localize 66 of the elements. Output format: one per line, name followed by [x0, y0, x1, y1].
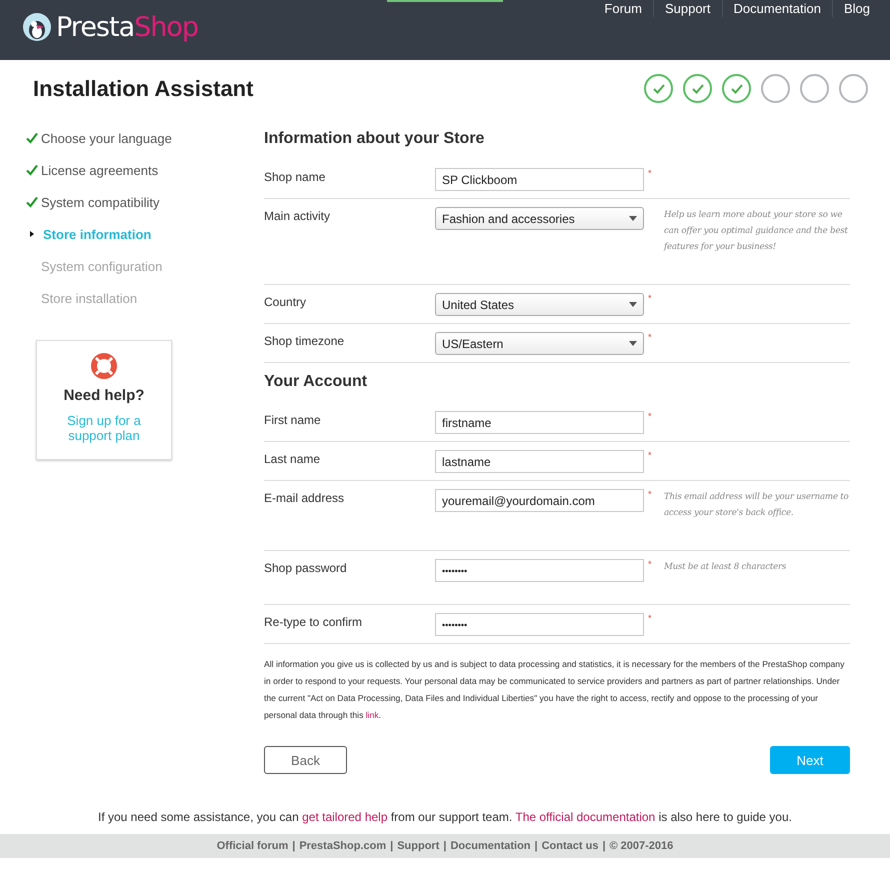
- field-hint: This email address will be your username to access your store's back office.: [664, 491, 850, 520]
- caret-icon: [629, 216, 637, 221]
- footer-link[interactable]: Support: [397, 840, 440, 852]
- help-title: Need help?: [64, 387, 144, 404]
- separator: |: [443, 840, 446, 852]
- footer-link[interactable]: PrestaShop.com: [299, 840, 386, 852]
- help-link[interactable]: The official documentation: [515, 810, 656, 824]
- footer-link[interactable]: Official forum: [216, 840, 288, 852]
- privacy-notice: All information you give us is collected by us and is subject to data processing and statistics, it is necessary for the members of the PrestaShop company in order to respond to your requests. Your personal data may be communicated to service providers and partners as part of partner relationships. Under the current "Act on Data Processing, Data Files and Individual Liberties" you have the right to access, rectify and oppose to the processing of your personal data through this link.: [264, 658, 846, 722]
- field-label: Re-type to confirm: [264, 614, 364, 629]
- separator: |: [292, 840, 296, 852]
- check-icon: [730, 82, 744, 94]
- lifebuoy-icon: [91, 353, 117, 379]
- puffin-logo-icon: [22, 12, 52, 42]
- section-title: Information about your Store: [264, 130, 486, 148]
- step-label[interactable]: System compatibility: [41, 194, 160, 210]
- field-label: Main activity: [264, 208, 332, 223]
- footer-link[interactable]: © 2007-2016: [610, 840, 674, 852]
- page-title: Installation Assistant: [33, 76, 254, 102]
- separator: |: [390, 840, 394, 852]
- field-label: Shop name: [264, 169, 326, 184]
- field-label: Country: [264, 294, 308, 309]
- dropdown[interactable]: US/Eastern: [435, 332, 644, 355]
- check-icon: [690, 82, 704, 94]
- required-mark: *: [648, 168, 652, 178]
- required-mark: *: [648, 411, 652, 421]
- input-field[interactable]: youremail@yourdomain.com: [435, 489, 644, 512]
- nav-link[interactable]: Support: [652, 0, 722, 17]
- separator: |: [534, 840, 538, 852]
- password-field[interactable]: ••••••••: [435, 559, 644, 582]
- password-field[interactable]: ••••••••: [435, 613, 644, 636]
- help-link[interactable]: get tailored help: [302, 810, 388, 824]
- assistance-text: If you need some assistance, you can get tailored help from our support team. The official documentation is also here to guide you.: [96, 810, 793, 824]
- required-mark: *: [648, 293, 652, 303]
- field-label: Shop timezone: [264, 333, 346, 348]
- step-label[interactable]: Choose your language: [41, 130, 172, 146]
- input-field[interactable]: lastname: [435, 450, 644, 473]
- field-hint: Help us learn more about your store so we can offer you optimal guidance and the best features for your business!: [664, 209, 849, 254]
- dropdown[interactable]: Fashion and accessories: [435, 207, 644, 230]
- required-mark: *: [648, 613, 652, 623]
- back-button[interactable]: Back: [264, 746, 347, 774]
- field-hint: Must be at least 8 characters: [664, 561, 788, 574]
- nav-link[interactable]: Blog: [832, 0, 870, 17]
- input-field[interactable]: SP Clickboom: [435, 168, 644, 191]
- step-label[interactable]: License agreements: [41, 162, 158, 178]
- required-mark: *: [648, 450, 652, 460]
- required-mark: *: [648, 559, 652, 569]
- privacy-link[interactable]: link: [366, 710, 379, 720]
- dropdown[interactable]: United States: [435, 293, 644, 316]
- logo-text: PrestaShop: [56, 12, 198, 42]
- required-mark: *: [648, 489, 652, 499]
- required-mark: *: [648, 332, 652, 342]
- footer-link[interactable]: Contact us: [542, 840, 598, 852]
- input-field[interactable]: firstname: [435, 411, 644, 434]
- nav-link[interactable]: Forum: [593, 0, 653, 17]
- field-label: Shop password: [264, 560, 348, 575]
- field-label: First name: [264, 412, 322, 427]
- caret-icon: [629, 302, 637, 307]
- footer-link[interactable]: Documentation: [450, 840, 531, 852]
- check-icon: [652, 82, 666, 94]
- separator: |: [602, 840, 606, 852]
- section-title: Your Account: [264, 373, 368, 391]
- field-label: Last name: [264, 451, 322, 466]
- caret-icon: [629, 341, 637, 346]
- nav-link[interactable]: Documentation: [722, 0, 832, 17]
- field-label: E-mail address: [264, 490, 346, 505]
